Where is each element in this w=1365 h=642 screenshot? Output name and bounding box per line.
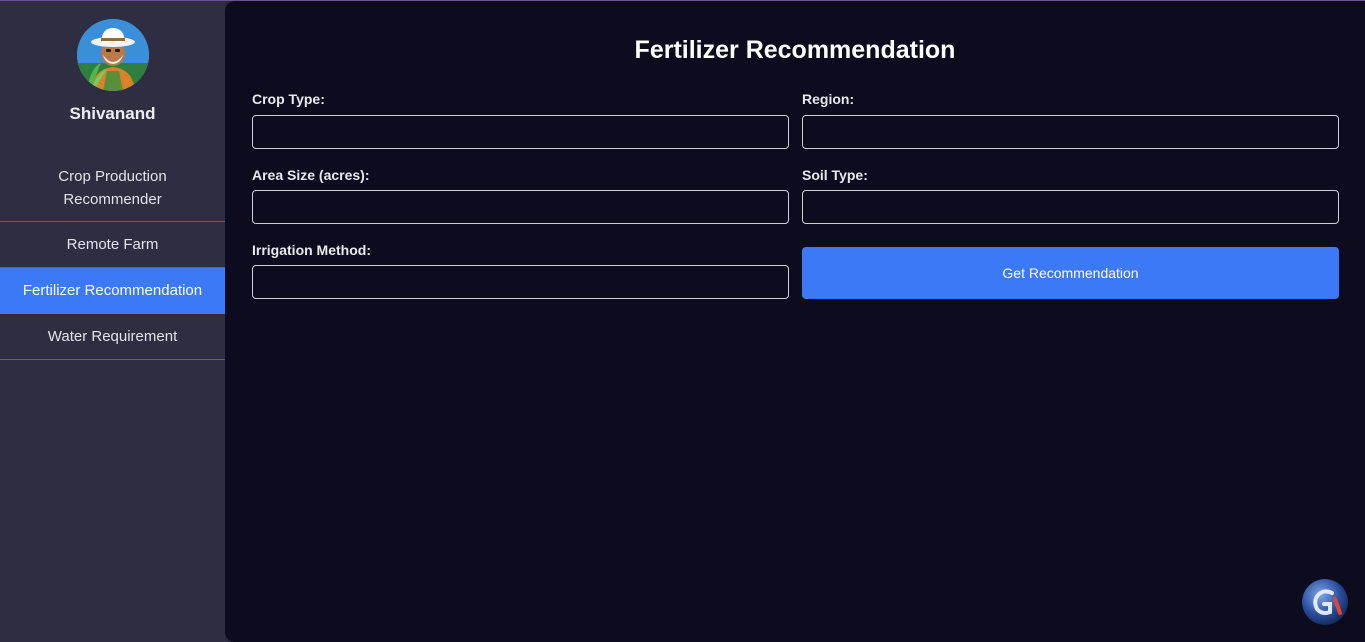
sidebar-item-label: Water Requirement (47, 328, 178, 345)
sidebar-item-label: Fertilizer Recommendation (22, 282, 203, 299)
username: Shivanand (69, 104, 156, 123)
region-label: Region: (802, 91, 855, 107)
sidebar-item-label: Crop Production Recommender (58, 168, 167, 208)
soil-type-label: Soil Type: (802, 167, 868, 183)
region-input[interactable] (802, 115, 1339, 149)
app-root: Shivanand Crop Production Recommender Re… (0, 0, 1365, 642)
sidebar-item-crop-production-recommender[interactable]: Crop Production Recommender (0, 155, 225, 222)
irrigation-method-label: Irrigation Method: (252, 242, 371, 258)
sidebar-item-fertilizer-recommendation[interactable]: Fertilizer Recommendation (0, 268, 225, 314)
sidebar-nav: Crop Production Recommender Remote Farm … (0, 155, 225, 360)
top-border (0, 0, 1365, 1)
crop-type-input[interactable] (252, 115, 789, 149)
area-size-label: Area Size (acres): (252, 167, 370, 183)
area-size-input[interactable] (252, 190, 789, 224)
crop-type-label: Crop Type: (252, 91, 325, 107)
sidebar-item-remote-farm[interactable]: Remote Farm (0, 222, 225, 268)
get-recommendation-button[interactable]: Get Recommendation (802, 247, 1339, 299)
soil-type-input[interactable] (802, 190, 1339, 224)
page-title: Fertilizer Recommendation (634, 36, 956, 64)
irrigation-method-input[interactable] (252, 265, 789, 299)
sidebar-item-label: Remote Farm (66, 236, 159, 253)
sidebar: Shivanand Crop Production Recommender Re… (0, 0, 225, 642)
main-panel: Fertilizer Recommendation Crop Type: Reg… (225, 1, 1365, 642)
farmer-avatar-icon[interactable] (76, 19, 149, 91)
sidebar-item-water-requirement[interactable]: Water Requirement (0, 314, 225, 360)
assistant-logo-icon[interactable] (1302, 579, 1348, 625)
